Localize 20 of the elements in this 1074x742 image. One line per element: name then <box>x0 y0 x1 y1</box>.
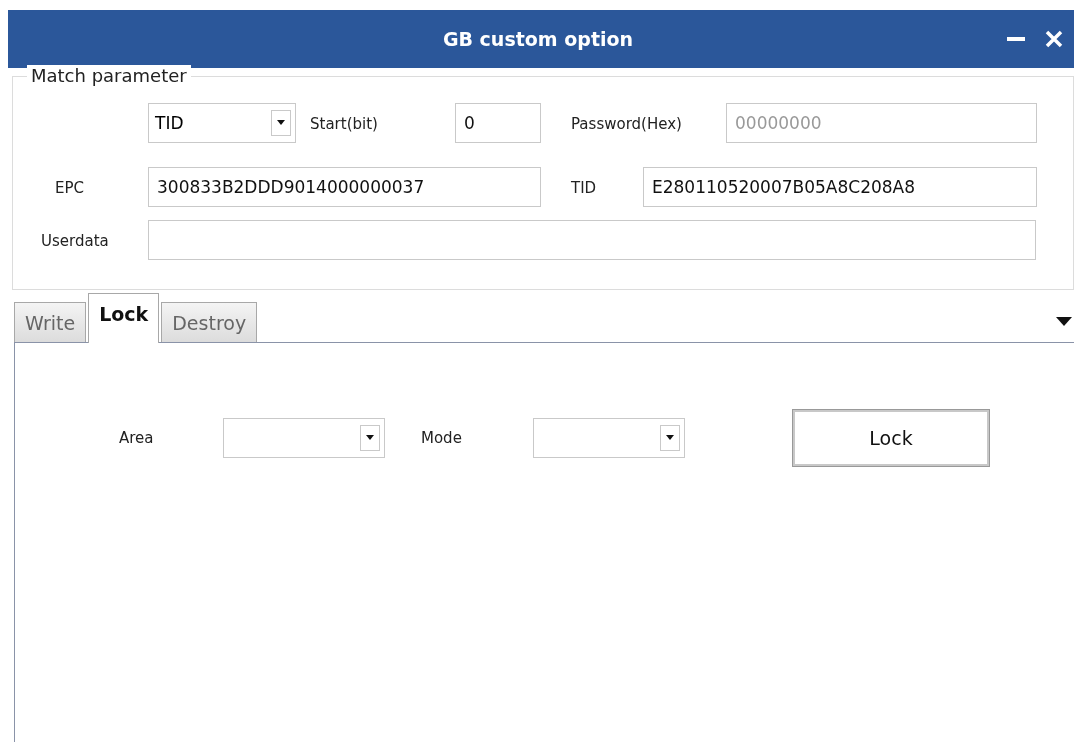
field-label: EPC <box>55 178 84 197</box>
input-field[interactable]: 300833B2DDD9014000000037 <box>148 167 541 207</box>
tab[interactable]: Lock <box>88 293 160 343</box>
field-label: TID <box>571 178 597 197</box>
field-label: Mode <box>421 429 462 447</box>
dropdown[interactable]: TID <box>148 103 296 143</box>
field-label: Start(bit) <box>310 114 378 133</box>
tab[interactable]: Destroy <box>161 302 258 342</box>
group-title: Match parameter <box>27 65 191 86</box>
dropdown-value: TID <box>155 113 184 133</box>
input-field[interactable] <box>148 220 1036 260</box>
input-field[interactable]: E280110520007B05A8C208A8 <box>643 167 1037 207</box>
field-label: Password(Hex) <box>571 114 682 133</box>
input-field[interactable]: 0 <box>455 103 541 143</box>
input-field[interactable]: 00000000 <box>726 103 1037 143</box>
field-label: Userdata <box>41 231 109 250</box>
window-title: GB custom option <box>441 28 635 50</box>
tab[interactable]: Write <box>14 302 87 342</box>
lock-button[interactable]: Lock <box>793 409 989 466</box>
field-label: Area <box>119 429 154 447</box>
